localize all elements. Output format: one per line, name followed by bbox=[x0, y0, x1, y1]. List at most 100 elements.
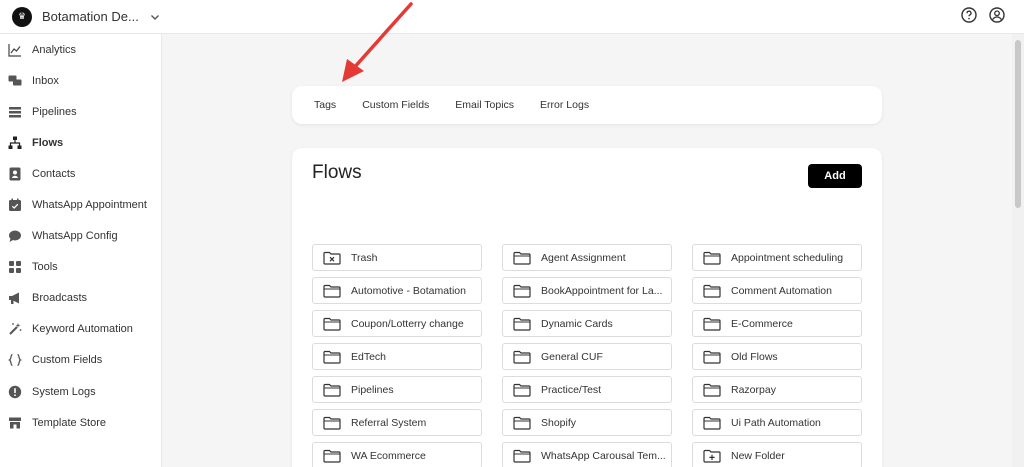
folder-label: Dynamic Cards bbox=[541, 317, 613, 330]
workspace-name[interactable]: Botamation De... bbox=[42, 9, 139, 24]
folder-item[interactable]: Appointment scheduling bbox=[692, 244, 862, 271]
folder-item[interactable]: BookAppointment for La... bbox=[502, 277, 672, 304]
sidebar-item-keyword-automation[interactable]: Keyword Automation bbox=[0, 314, 161, 345]
help-icon[interactable] bbox=[960, 6, 978, 24]
folder-item[interactable]: General CUF bbox=[502, 343, 672, 370]
chart-icon bbox=[8, 43, 22, 57]
sidebar-item-whatsapp-appointment[interactable]: WhatsApp Appointment bbox=[0, 189, 161, 220]
folder-item[interactable]: Referral System bbox=[312, 409, 482, 436]
sidebar-item-label: Keyword Automation bbox=[32, 323, 133, 336]
account-icon[interactable] bbox=[988, 6, 1006, 24]
sidebar-item-label: WhatsApp Config bbox=[32, 230, 118, 243]
sidebar-item-flows[interactable]: Flows bbox=[0, 127, 161, 158]
sidebar-item-contacts[interactable]: Contacts bbox=[0, 158, 161, 189]
folder-icon bbox=[323, 383, 351, 397]
folder-icon bbox=[513, 449, 541, 463]
add-button[interactable]: Add bbox=[808, 164, 862, 188]
tab-error-logs[interactable]: Error Logs bbox=[540, 99, 589, 111]
folder-item[interactable]: Agent Assignment bbox=[502, 244, 672, 271]
folder-item[interactable]: Practice/Test bbox=[502, 376, 672, 403]
tab-custom-fields[interactable]: Custom Fields bbox=[362, 99, 429, 111]
folder-icon bbox=[703, 383, 731, 397]
folder-label: WhatsApp Carousal Tem... bbox=[541, 449, 666, 462]
folder-icon bbox=[703, 416, 731, 430]
folder-item[interactable]: Ui Path Automation bbox=[692, 409, 862, 436]
folder-label: Referral System bbox=[351, 416, 427, 429]
folder-label: Automotive - Botamation bbox=[351, 284, 466, 297]
folder-icon bbox=[513, 284, 541, 298]
speech-bubble-icon bbox=[8, 229, 22, 243]
folder-icon bbox=[323, 449, 351, 463]
folder-label: Coupon/Lotterry change bbox=[351, 317, 464, 330]
top-bar: ♛ Botamation De... bbox=[0, 0, 1024, 34]
sidebar-item-system-logs[interactable]: System Logs bbox=[0, 376, 161, 407]
folder-icon bbox=[513, 383, 541, 397]
folder-item[interactable]: Coupon/Lotterry change bbox=[312, 310, 482, 337]
folder-label: General CUF bbox=[541, 350, 603, 363]
folder-item[interactable]: Razorpay bbox=[692, 376, 862, 403]
folder-label: Old Flows bbox=[731, 350, 778, 363]
folder-item[interactable]: EdTech bbox=[312, 343, 482, 370]
sidebar-item-inbox[interactable]: Inbox bbox=[0, 65, 161, 96]
folder-label: New Folder bbox=[731, 449, 785, 462]
main-content: Tags Custom Fields Email Topics Error Lo… bbox=[162, 34, 1012, 467]
new-folder-icon bbox=[703, 449, 731, 463]
chevron-down-icon[interactable] bbox=[149, 11, 161, 23]
braces-icon bbox=[8, 353, 22, 367]
folder-item[interactable]: Shopify bbox=[502, 409, 672, 436]
folder-label: Trash bbox=[351, 251, 378, 264]
folder-icon bbox=[513, 251, 541, 265]
folder-icon bbox=[513, 350, 541, 364]
sidebar-item-label: Inbox bbox=[32, 74, 59, 87]
folder-icon bbox=[323, 350, 351, 364]
sidebar: Analytics Inbox Pipelines Flows Contacts… bbox=[0, 34, 162, 467]
sidebar-item-custom-fields[interactable]: Custom Fields bbox=[0, 345, 161, 376]
sidebar-item-label: Flows bbox=[32, 136, 64, 149]
flows-icon bbox=[8, 136, 22, 150]
folder-item[interactable]: Old Flows bbox=[692, 343, 862, 370]
sidebar-item-template-store[interactable]: Template Store bbox=[0, 407, 161, 438]
sidebar-item-pipelines[interactable]: Pipelines bbox=[0, 96, 161, 127]
folder-item[interactable]: WA Ecommerce bbox=[312, 442, 482, 467]
folder-icon bbox=[323, 416, 351, 430]
folder-icon bbox=[513, 416, 541, 430]
sidebar-item-broadcasts[interactable]: Broadcasts bbox=[0, 283, 161, 314]
folder-item[interactable]: WhatsApp Carousal Tem... bbox=[502, 442, 672, 467]
folder-label: Practice/Test bbox=[541, 383, 602, 396]
folder-label: WA Ecommerce bbox=[351, 449, 426, 462]
folder-label: Ui Path Automation bbox=[731, 416, 821, 429]
folder-item[interactable]: Trash bbox=[312, 244, 482, 271]
folder-item[interactable]: E-Commerce bbox=[692, 310, 862, 337]
sidebar-item-whatsapp-config[interactable]: WhatsApp Config bbox=[0, 221, 161, 252]
folder-icon bbox=[703, 317, 731, 331]
trash-folder-icon bbox=[323, 251, 351, 265]
sidebar-item-tools[interactable]: Tools bbox=[0, 252, 161, 283]
folder-item[interactable]: Dynamic Cards bbox=[502, 310, 672, 337]
sidebar-item-label: Tools bbox=[32, 261, 58, 274]
megaphone-icon bbox=[8, 291, 22, 305]
folder-icon bbox=[703, 251, 731, 265]
folder-item[interactable]: Pipelines bbox=[312, 376, 482, 403]
scrollbar[interactable] bbox=[1012, 34, 1024, 467]
tab-tags[interactable]: Tags bbox=[314, 99, 336, 111]
folder-item[interactable]: Comment Automation bbox=[692, 277, 862, 304]
workspace-logo[interactable]: ♛ bbox=[12, 6, 32, 27]
sidebar-item-analytics[interactable]: Analytics bbox=[0, 34, 161, 65]
folder-item[interactable]: New Folder bbox=[692, 442, 862, 467]
sidebar-item-label: System Logs bbox=[32, 385, 96, 398]
sidebar-item-label: WhatsApp Appointment bbox=[32, 199, 147, 212]
page-title: Flows bbox=[312, 162, 362, 183]
folder-item[interactable]: Automotive - Botamation bbox=[312, 277, 482, 304]
store-icon bbox=[8, 416, 22, 430]
flows-panel: Flows Add Trash Agent Assignment Appointme… bbox=[292, 148, 882, 467]
sidebar-item-label: Custom Fields bbox=[32, 354, 103, 367]
scrollbar-thumb[interactable] bbox=[1015, 40, 1021, 208]
folder-icon bbox=[323, 317, 351, 331]
contact-icon bbox=[8, 167, 22, 181]
folder-icon bbox=[703, 350, 731, 364]
tools-grid-icon bbox=[8, 260, 22, 274]
calendar-icon bbox=[8, 198, 22, 212]
folder-label: Shopify bbox=[541, 416, 577, 429]
settings-tabs: Tags Custom Fields Email Topics Error Lo… bbox=[292, 86, 882, 124]
tab-email-topics[interactable]: Email Topics bbox=[455, 99, 514, 111]
